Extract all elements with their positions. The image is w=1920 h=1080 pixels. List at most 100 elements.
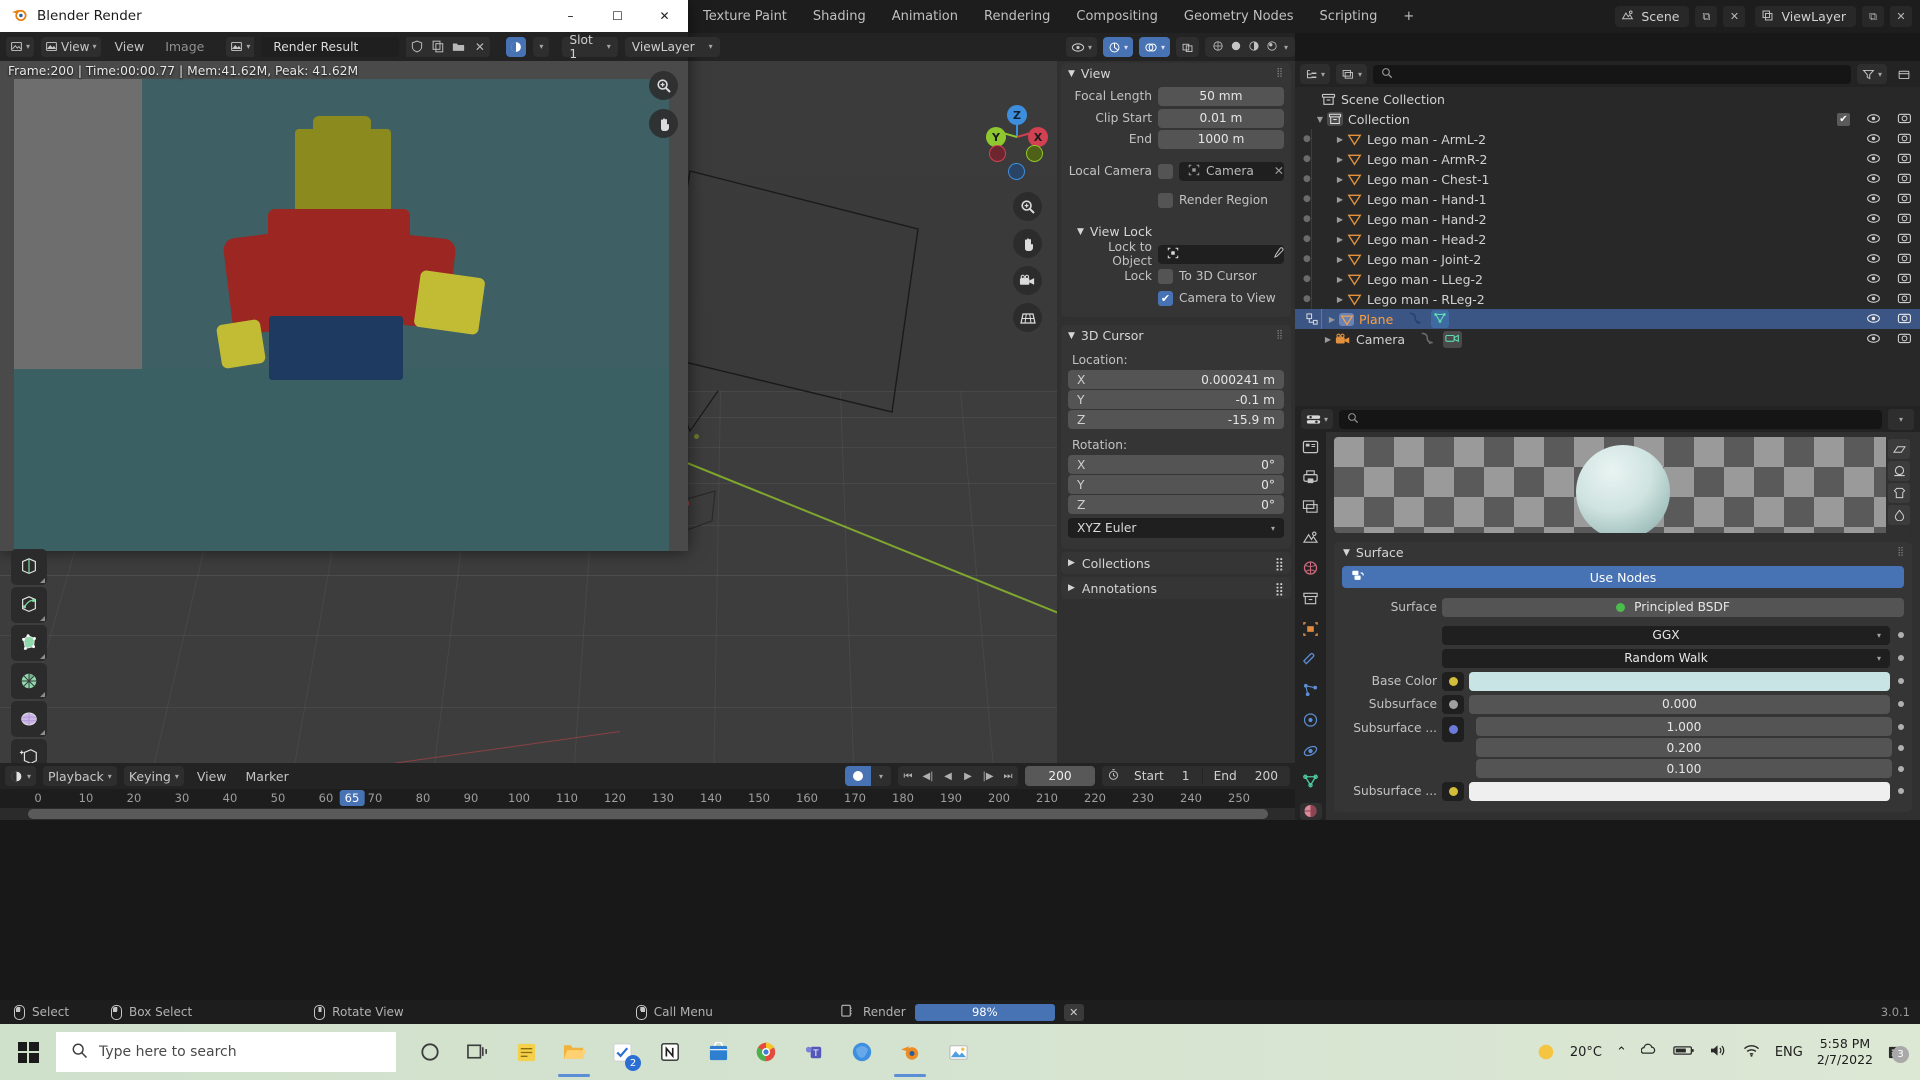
eye-icon[interactable] <box>1866 152 1881 167</box>
eye-icon[interactable] <box>1866 192 1881 207</box>
timeline-scrollbar[interactable] <box>0 808 1295 820</box>
teams-icon[interactable]: T <box>790 1027 838 1077</box>
shield-icon[interactable] <box>406 36 428 57</box>
eye-icon[interactable] <box>1866 312 1881 327</box>
outliner-row-armL2[interactable]: ● ▶ Lego man - ArmL-2 <box>1295 129 1920 149</box>
scene-selector[interactable]: Scene <box>1615 6 1690 27</box>
gizmo-axis-z[interactable]: Z <box>1007 105 1027 125</box>
chevron-right-icon[interactable]: ▶ <box>1325 315 1339 324</box>
animate-property-icon[interactable] <box>1898 788 1904 794</box>
eye-icon[interactable] <box>1866 132 1881 147</box>
chevron-right-icon[interactable]: ▶ <box>1333 195 1347 204</box>
notification-icon[interactable]: 3 <box>1887 1044 1909 1063</box>
timeline-editor-type[interactable]: ▾ <box>5 766 37 786</box>
eye-icon[interactable] <box>1866 172 1881 187</box>
tool-move-icon[interactable] <box>11 549 47 585</box>
subsurface-color-swatch[interactable] <box>1469 781 1890 801</box>
outliner-search-input[interactable] <box>1373 64 1851 84</box>
eye-icon[interactable] <box>1866 232 1881 247</box>
view-panel-header[interactable]: ▼ View ⣿ <box>1061 63 1291 84</box>
tool-rotate-icon[interactable] <box>11 587 47 623</box>
preview-fluid-icon[interactable] <box>1888 505 1910 525</box>
camera-render-icon[interactable] <box>1897 112 1912 127</box>
cortana-icon[interactable] <box>406 1027 454 1077</box>
cancel-render-icon[interactable]: ✕ <box>1063 1003 1084 1021</box>
chevron-right-icon[interactable]: ▶ <box>1333 295 1347 304</box>
end-frame-value[interactable]: 200 <box>1237 769 1290 783</box>
gizmo-icon[interactable]: ▾ <box>1102 37 1133 57</box>
outliner-row-collection[interactable]: ▼ Collection ✔ <box>1295 109 1920 129</box>
overlays-icon[interactable]: ▾ <box>1138 37 1170 57</box>
base-color-swatch[interactable] <box>1469 671 1890 691</box>
render-tab-icon[interactable] <box>1300 438 1322 455</box>
visibility-icon[interactable]: ▾ <box>1065 37 1097 57</box>
camera-render-icon[interactable] <box>1897 272 1912 287</box>
wifi-icon[interactable] <box>1742 1043 1761 1062</box>
render-result-canvas[interactable]: Frame:200 | Time:00:00.77 | Mem:41.62M, … <box>0 61 688 551</box>
jump-prev-keyframe-icon[interactable]: ◀| <box>918 771 938 782</box>
volume-icon[interactable] <box>1709 1043 1728 1062</box>
timeline-menu-marker[interactable]: Marker <box>240 769 295 784</box>
camera-render-icon[interactable] <box>1897 172 1912 187</box>
render-slot-selector[interactable]: Slot 1 ▾ <box>562 33 618 61</box>
cursor-panel-header[interactable]: ▼ 3D Cursor ⣿ <box>1061 325 1291 346</box>
material-tab-icon[interactable] <box>1299 802 1322 821</box>
chevron-up-icon[interactable]: ⌃ <box>1616 1045 1627 1060</box>
subsurface-radius-y[interactable]: 0.200 <box>1476 738 1892 757</box>
outliner-display-icon[interactable]: ▾ <box>1336 64 1368 84</box>
camera-render-icon[interactable] <box>1897 232 1912 247</box>
auto-keying-options[interactable]: ▾ <box>871 766 892 786</box>
new-collection-icon[interactable] <box>1893 64 1915 85</box>
distribution-dropdown[interactable]: GGX ▾ <box>1442 625 1890 645</box>
file-explorer-icon[interactable] <box>550 1027 598 1077</box>
copy-icon[interactable] <box>427 36 449 57</box>
zoom-icon[interactable] <box>649 71 678 100</box>
annotations-panel-header[interactable]: ▶ Annotations ⣿ <box>1061 577 1291 599</box>
x-icon[interactable]: ✕ <box>469 36 491 57</box>
drag-dots-icon[interactable]: ⣿ <box>1897 548 1905 557</box>
gizmo-axis-x[interactable]: X <box>1028 127 1048 147</box>
drag-dots-icon[interactable]: ⣿ <box>1276 69 1284 78</box>
subsurface-radius-socket[interactable] <box>1442 717 1464 742</box>
base-color-socket[interactable] <box>1442 671 1464 691</box>
clock[interactable]: 5:58 PM 2/7/2022 <box>1817 1036 1873 1068</box>
rotation-mode-dropdown[interactable]: XYZ Euler ▾ <box>1068 518 1284 538</box>
camera-render-icon[interactable] <box>1897 332 1912 347</box>
tool-annotate-icon[interactable] <box>11 701 47 737</box>
chevron-right-icon[interactable]: ▶ <box>1333 235 1347 244</box>
close-button[interactable]: ✕ <box>641 0 688 32</box>
firefox-icon[interactable] <box>838 1027 886 1077</box>
blender-render-window[interactable]: Blender Render – ☐ ✕ ▾ View ▾ View Image … <box>0 0 720 551</box>
surface-shader-field[interactable]: Principled BSDF <box>1442 597 1904 617</box>
local-camera-checkbox[interactable] <box>1158 163 1173 179</box>
camera-view-icon[interactable] <box>1013 266 1042 295</box>
modifier-tab-icon[interactable] <box>1300 651 1322 668</box>
chevron-right-icon[interactable]: ▶ <box>1333 155 1347 164</box>
chevron-right-icon[interactable]: ▶ <box>1333 255 1347 264</box>
tab-shading[interactable]: Shading <box>800 3 879 30</box>
sticky-notes-icon[interactable] <box>502 1027 550 1077</box>
camera-to-view-checkbox[interactable]: ✔ <box>1158 290 1173 306</box>
eye-icon[interactable] <box>1866 212 1881 227</box>
subsurface-socket[interactable] <box>1442 694 1464 714</box>
camera-render-icon[interactable] <box>1897 192 1912 207</box>
unlink-scene-icon[interactable]: ✕ <box>1723 6 1746 27</box>
properties-options-icon[interactable]: ▾ <box>1888 408 1914 430</box>
xray-icon[interactable] <box>1175 37 1199 57</box>
object-tab-icon[interactable] <box>1300 620 1322 637</box>
constraints-tab-icon[interactable] <box>1300 742 1322 759</box>
remove-viewlayer-icon[interactable]: ✕ <box>1890 6 1912 27</box>
jump-next-keyframe-icon[interactable]: |▶ <box>978 771 998 782</box>
outliner-row-hand2[interactable]: ● ▶ Lego man - Hand-2 <box>1295 209 1920 229</box>
play-icon[interactable]: ▶ <box>958 771 978 782</box>
maximize-button[interactable]: ☐ <box>594 0 641 32</box>
eye-icon[interactable] <box>1866 292 1881 307</box>
focal-length-field[interactable]: 50 mm <box>1158 86 1284 106</box>
gizmo-axis-neg-x[interactable] <box>989 145 1006 162</box>
shading-wireframe-icon[interactable] <box>1212 40 1224 55</box>
animate-property-icon[interactable] <box>1898 655 1904 661</box>
subsurface-radius-x[interactable]: 1.000 <box>1476 717 1892 736</box>
photos-icon[interactable] <box>934 1027 982 1077</box>
output-tab-icon[interactable] <box>1300 468 1322 485</box>
animate-property-icon[interactable] <box>1898 632 1904 638</box>
